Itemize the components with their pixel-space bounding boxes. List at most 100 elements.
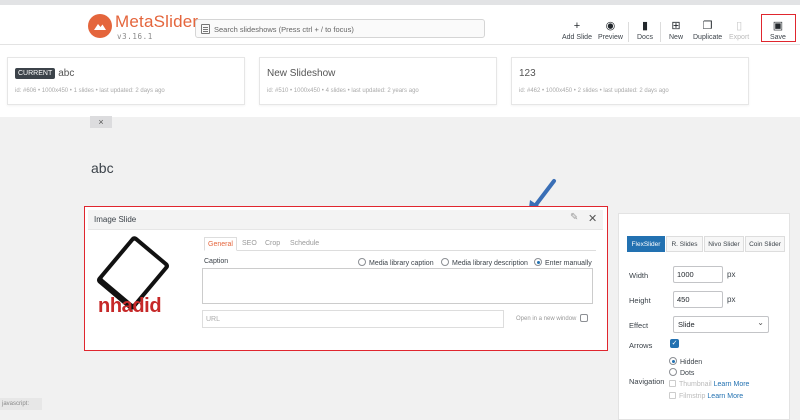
tab-general[interactable]: General (204, 237, 237, 251)
radio-button[interactable] (358, 258, 366, 266)
export-label: Export (729, 34, 750, 41)
caption-source-manual[interactable]: Enter manually (534, 258, 592, 267)
edit-pencil-icon[interactable]: ✎ (570, 212, 578, 223)
slide-tabs: General SEO Crop Schedule (204, 237, 596, 251)
slideshow-meta: id: #606 • 1000x450 • 1 slides • last up… (15, 88, 165, 94)
slideshow-name: abc (58, 68, 75, 79)
nav-option-label: Thumbnail (679, 381, 712, 388)
image-slide-panel: Image Slide ✎ ✕ nhadid General SEO Crop … (84, 206, 608, 351)
learn-more-link[interactable]: Learn More (714, 381, 750, 388)
preview-label: Preview (598, 34, 623, 41)
brand-name: MetaSlider (115, 12, 199, 31)
height-input[interactable] (673, 291, 723, 308)
radio-button-selected[interactable] (534, 258, 542, 266)
nav-option-thumbnail[interactable]: Thumbnail Learn More (669, 380, 749, 388)
copy-icon: ❐ (702, 20, 713, 32)
chevron-down-icon: ⌄ (757, 318, 764, 327)
nav-option-label: Hidden (680, 359, 703, 366)
tab-nivo-slider[interactable]: Nivo Slider (704, 236, 744, 252)
add-slide-label: Add Slide (562, 34, 592, 41)
width-input[interactable] (673, 266, 723, 283)
slideshow-title[interactable]: abc (91, 160, 114, 176)
arrows-label: Arrows (629, 341, 653, 350)
slide-header: Image Slide ✎ ✕ (88, 210, 603, 230)
tab-schedule[interactable]: Schedule (290, 237, 319, 251)
slideshow-card[interactable]: New Slideshow id: #510 • 1000x450 • 4 sl… (259, 57, 497, 105)
thumbnail-caption: nhadid (98, 295, 162, 317)
new-window-option[interactable]: Open in a new window (516, 314, 589, 322)
app-header: MetaSlider v3.16.1 + Add Slide ◉ Preview… (0, 5, 800, 45)
save-highlight-box (761, 14, 796, 42)
add-slide-button[interactable]: + Add Slide (562, 20, 592, 41)
height-unit: px (727, 295, 736, 304)
metaslider-logo-icon (88, 14, 112, 38)
caption-source-media-description[interactable]: Media library description (441, 258, 528, 267)
new-window-label: Open in a new window (516, 316, 577, 322)
close-slideshow-tab-button[interactable]: × (90, 116, 112, 128)
new-button[interactable]: ⊞ New (669, 20, 683, 41)
docs-button[interactable]: ▮ Docs (637, 20, 653, 41)
url-input[interactable] (202, 310, 504, 328)
search-input[interactable] (214, 22, 479, 36)
slideshow-name: 123 (519, 68, 536, 79)
slideshow-card-title: CURRENT abc (15, 68, 74, 79)
caption-source-media-caption[interactable]: Media library caption (358, 258, 434, 267)
slideshow-meta: id: #510 • 1000x450 • 4 slides • last up… (267, 88, 419, 94)
effect-value: Slide (678, 320, 695, 329)
slideshow-card[interactable]: CURRENT abc id: #606 • 1000x450 • 1 slide… (7, 57, 245, 105)
radio-button-selected[interactable] (669, 357, 677, 365)
delete-slide-icon[interactable]: ✕ (588, 212, 597, 225)
tab-seo[interactable]: SEO (242, 237, 257, 251)
book-icon: ▮ (641, 20, 648, 32)
radio-label: Media library caption (369, 260, 434, 267)
duplicate-label: Duplicate (693, 34, 723, 41)
radio-button[interactable] (441, 258, 449, 266)
slideshow-meta: id: #462 • 1000x450 • 2 slides • last up… (519, 88, 669, 94)
radio-label: Media library description (452, 260, 528, 267)
nav-option-label: Filmstrip (679, 393, 706, 400)
docs-label: Docs (637, 34, 653, 41)
radio-button-disabled (669, 380, 676, 387)
nav-option-filmstrip[interactable]: Filmstrip Learn More (669, 392, 743, 400)
plus-square-icon: ⊞ (671, 20, 681, 32)
height-label: Height (629, 296, 651, 305)
slideshow-name: New Slideshow (267, 68, 336, 79)
brand-version: v3.16.1 (117, 32, 153, 41)
nav-option-label: Dots (680, 370, 695, 377)
current-badge: CURRENT (15, 68, 56, 79)
slide-type-title: Image Slide (94, 215, 137, 224)
effect-select[interactable]: Slide ⌄ (673, 316, 769, 333)
navigation-label: Navigation (629, 377, 665, 386)
tab-crop[interactable]: Crop (265, 237, 280, 251)
caption-label: Caption (204, 258, 229, 265)
plus-icon: + (573, 20, 581, 32)
preview-button[interactable]: ◉ Preview (598, 20, 623, 41)
toolbar-divider (628, 22, 629, 42)
slideshow-card[interactable]: 123 id: #462 • 1000x450 • 2 slides • las… (511, 57, 749, 105)
radio-button-disabled (669, 392, 676, 399)
learn-more-link[interactable]: Learn More (707, 393, 743, 400)
search-box[interactable] (195, 19, 485, 38)
effect-label: Effect (629, 321, 649, 330)
search-list-icon (201, 24, 210, 34)
tab-flexslider[interactable]: FlexSlider (627, 236, 665, 252)
width-label: Width (629, 271, 649, 280)
nav-option-hidden[interactable]: Hidden (669, 357, 702, 366)
status-bar-url: javascript: (0, 398, 42, 410)
new-label: New (669, 34, 684, 41)
tab-coin-slider[interactable]: Coin Slider (745, 236, 785, 252)
new-window-checkbox[interactable] (580, 314, 589, 322)
arrows-checkbox[interactable]: ✓ (670, 339, 679, 348)
radio-button[interactable] (669, 368, 677, 376)
export-icon: ▯ (736, 20, 743, 32)
duplicate-button[interactable]: ❐ Duplicate (693, 20, 722, 41)
slideshow-settings-panel: FlexSlider R. Slides Nivo Slider Coin Sl… (618, 213, 790, 420)
tab-r-slides[interactable]: R. Slides (666, 236, 703, 252)
width-unit: px (727, 270, 736, 279)
radio-label: Enter manually (545, 260, 592, 267)
nav-option-dots[interactable]: Dots (669, 368, 694, 377)
slideshow-cards: CURRENT abc id: #606 • 1000x450 • 1 slide… (0, 45, 800, 117)
export-button[interactable]: ▯ Export (729, 20, 749, 41)
eye-icon: ◉ (605, 20, 616, 32)
caption-textarea[interactable] (202, 268, 593, 304)
